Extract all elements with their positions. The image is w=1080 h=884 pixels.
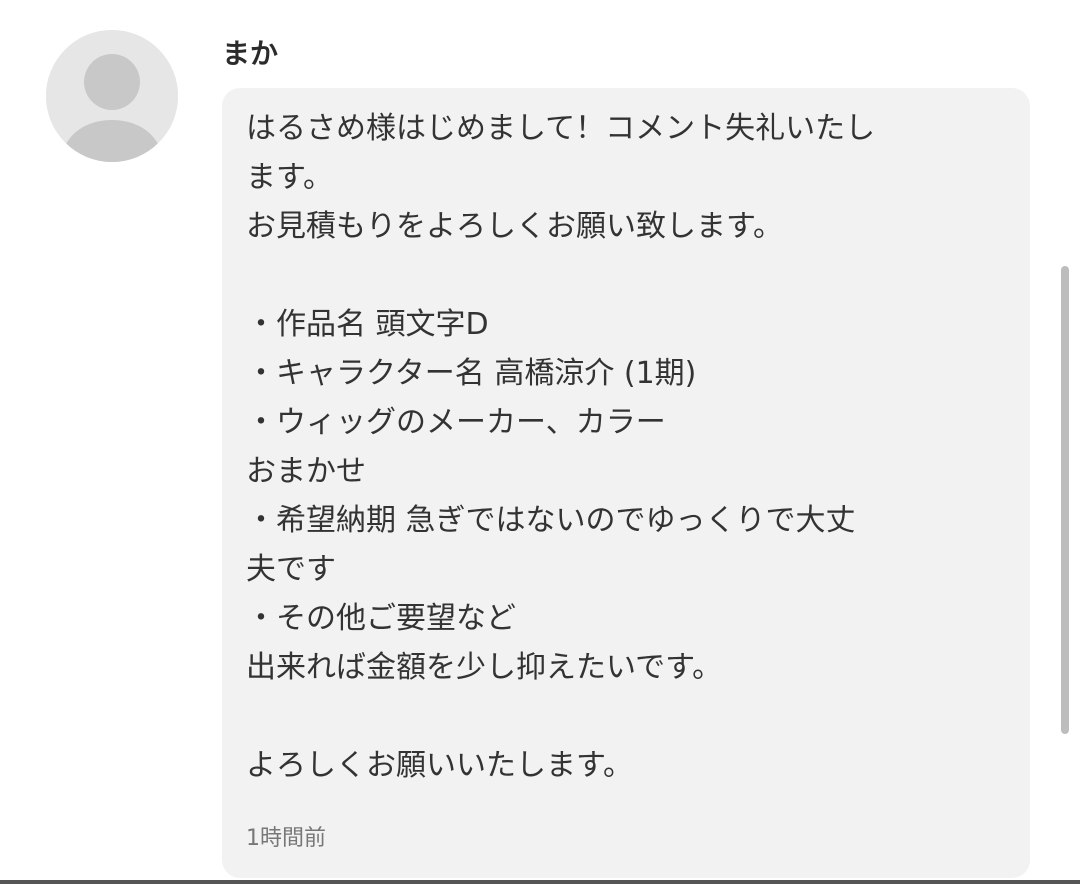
- avatar[interactable]: [46, 30, 178, 162]
- comment-message-line: ・その他ご要望など: [246, 601, 516, 636]
- bottom-divider: [0, 880, 1080, 884]
- comment-message-line: はるさめ様はじめまして！コメント失礼いたし: [246, 111, 876, 146]
- comment-message-line: お見積もりをよろしくお願い致します。: [246, 209, 783, 244]
- comment-message-line: 夫です: [246, 552, 336, 587]
- comment-message-line: ・キャラクター名 高橋涼介 (1期): [246, 356, 697, 391]
- default-user-avatar-icon: [46, 30, 178, 162]
- comment-author-name[interactable]: まか: [222, 34, 278, 74]
- comment-message-line: [246, 692, 1006, 741]
- comment-message-line: ます。: [246, 160, 333, 195]
- comment-message-line: ・希望納期 急ぎではないのでゆっくりで大丈: [246, 503, 856, 538]
- comment-message-line: よろしくお願いいたします。: [246, 748, 633, 783]
- comment-bubble: はるさめ様はじめまして！コメント失礼いたし ます。お見積もりをよろしくお願い致しま…: [222, 88, 1030, 878]
- comment-message-line: ・ウィッグのメーカー、カラー: [246, 405, 666, 440]
- comment-message-line: [246, 251, 1006, 300]
- comment-message-line: ・作品名 頭文字D: [246, 307, 489, 342]
- vertical-scrollbar[interactable]: [1061, 266, 1069, 734]
- comment-message-line: おまかせ: [246, 454, 366, 489]
- comment-message-line: 出来れば金額を少し抑えたいです。: [246, 650, 723, 685]
- comment-message: はるさめ様はじめまして！コメント失礼いたし ます。お見積もりをよろしくお願い致しま…: [246, 104, 1006, 790]
- comment-view: まか はるさめ様はじめまして！コメント失礼いたし ます。お見積もりをよろしくお願い…: [0, 0, 1080, 884]
- comment-timestamp: 1時間前: [246, 826, 326, 851]
